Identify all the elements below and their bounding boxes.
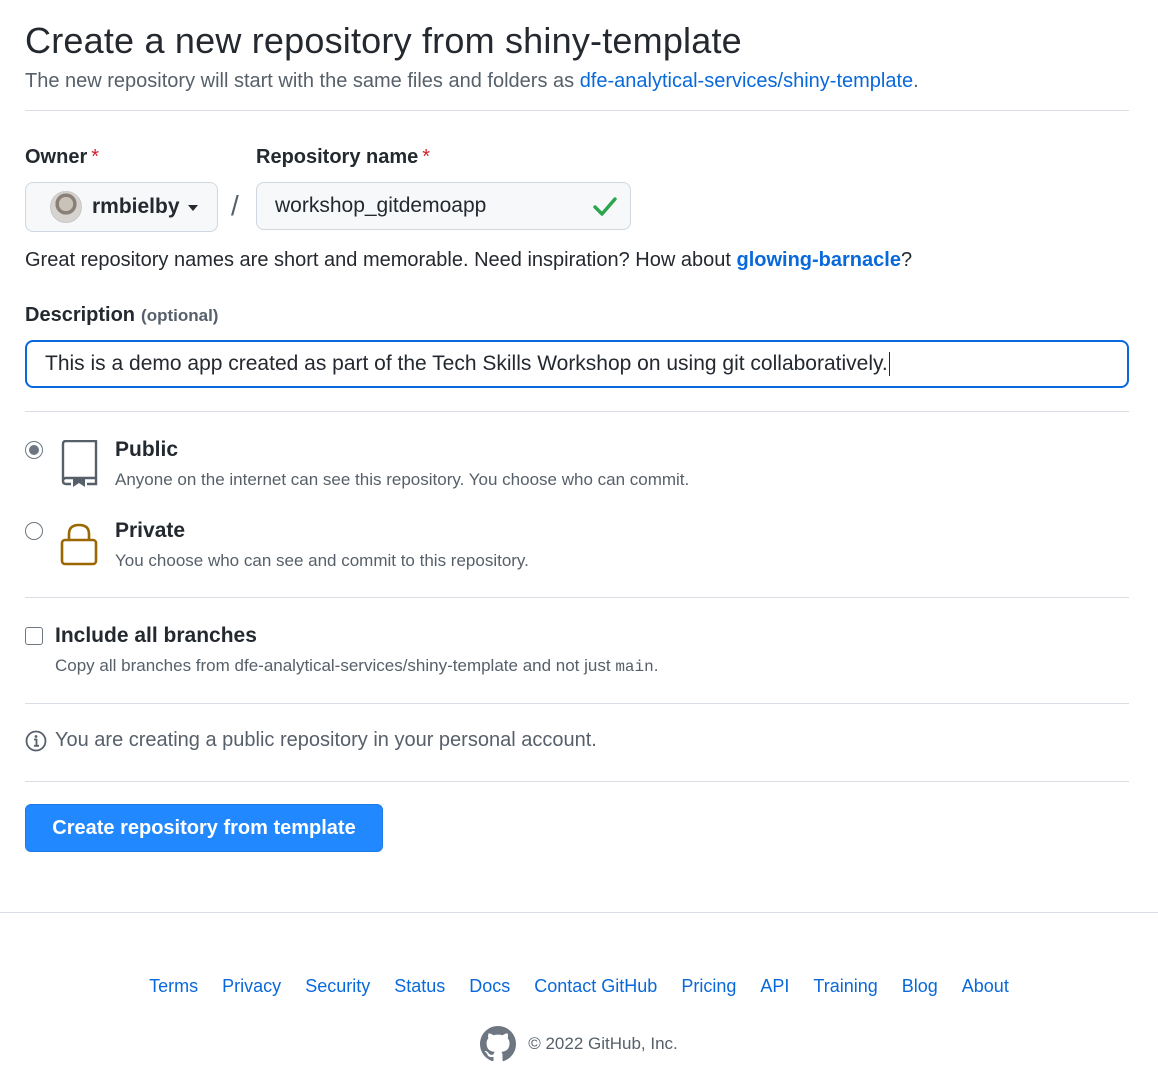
optional-label: (optional) <box>141 306 219 325</box>
divider <box>25 703 1129 704</box>
footer-links: Terms Privacy Security Status Docs Conta… <box>0 976 1158 997</box>
info-notice: You are creating a public repository in … <box>25 729 597 752</box>
include-branches-label[interactable]: Include all branches <box>55 624 257 648</box>
public-radio[interactable] <box>25 441 43 459</box>
public-desc: Anyone on the internet can see this repo… <box>115 470 690 489</box>
owner-name: rmbielby <box>92 195 180 218</box>
caret-down-icon <box>187 205 198 211</box>
owner-repo-separator: / <box>231 190 239 221</box>
footer-link-api[interactable]: API <box>760 976 789 997</box>
owner-label: Owner * <box>25 146 100 168</box>
text-cursor <box>888 352 890 376</box>
include-branches-checkbox[interactable] <box>25 627 43 645</box>
footer-link-blog[interactable]: Blog <box>902 976 938 997</box>
private-title: Private <box>115 519 186 542</box>
suggestion-link[interactable]: glowing-barnacle <box>736 249 900 271</box>
repo-name-value: workshop_gitdemoapp <box>275 194 487 217</box>
description-value: This is a demo app created as part of th… <box>45 352 888 375</box>
check-icon <box>593 197 617 216</box>
footer-link-privacy[interactable]: Privacy <box>222 976 281 997</box>
repo-name-label: Repository name * <box>256 146 431 168</box>
create-repository-button[interactable]: Create repository from template <box>25 804 383 852</box>
info-icon <box>25 730 47 751</box>
github-logo-icon[interactable] <box>480 1026 517 1062</box>
description-label: Description (optional) <box>25 304 219 326</box>
required-mark: * <box>91 146 100 168</box>
info-text: You are creating a public repository in … <box>55 729 597 751</box>
repo-name-input[interactable]: workshop_gitdemoapp <box>256 182 631 230</box>
footer-link-training[interactable]: Training <box>813 976 877 997</box>
public-title: Public <box>115 438 179 461</box>
private-desc: You choose who can see and commit to thi… <box>115 551 529 570</box>
page-subtitle: The new repository will start with the s… <box>25 70 919 92</box>
divider <box>25 411 1129 412</box>
required-mark: * <box>422 146 431 168</box>
description-input[interactable]: This is a demo app created as part of th… <box>25 340 1129 388</box>
footer-link-status[interactable]: Status <box>394 976 445 997</box>
repo-icon <box>61 440 98 487</box>
page-title: Create a new repository from shiny-templ… <box>25 20 742 61</box>
divider <box>25 110 1129 111</box>
footer-copyright: © 2022 GitHub, Inc. <box>0 1026 1158 1062</box>
footer-link-security[interactable]: Security <box>305 976 370 997</box>
lock-icon <box>60 523 98 566</box>
copyright-text: © 2022 GitHub, Inc. <box>528 1034 678 1053</box>
footer-divider <box>0 912 1158 913</box>
owner-dropdown[interactable]: rmbielby <box>25 182 218 232</box>
avatar <box>50 191 82 223</box>
footer-link-pricing[interactable]: Pricing <box>681 976 736 997</box>
include-branches-desc: Copy all branches from dfe-analytical-se… <box>55 656 659 676</box>
divider <box>25 597 1129 598</box>
footer-link-about[interactable]: About <box>962 976 1009 997</box>
branch-name: main <box>615 658 654 676</box>
footer-link-contact[interactable]: Contact GitHub <box>534 976 657 997</box>
template-link[interactable]: dfe-analytical-services/shiny-template <box>580 70 913 92</box>
footer-link-docs[interactable]: Docs <box>469 976 510 997</box>
private-radio[interactable] <box>25 522 43 540</box>
name-hint: Great repository names are short and mem… <box>25 249 913 271</box>
footer-link-terms[interactable]: Terms <box>149 976 198 997</box>
divider <box>25 781 1129 782</box>
